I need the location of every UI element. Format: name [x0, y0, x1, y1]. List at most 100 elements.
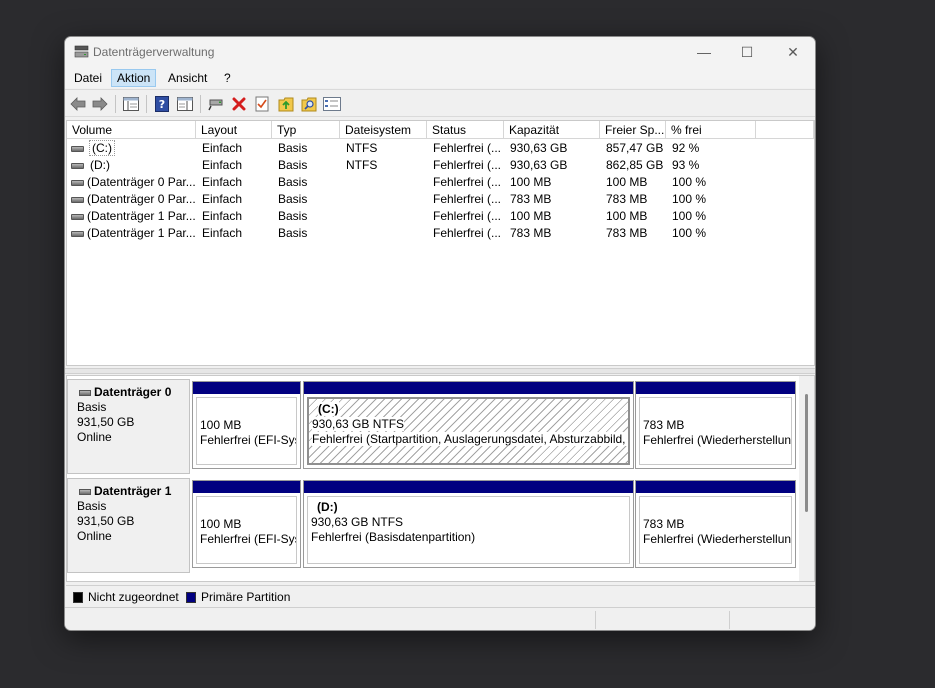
cell-typ: Basis — [278, 158, 308, 172]
column-header-volume[interactable]: Volume — [67, 121, 196, 139]
disk-1-type: Basis — [77, 499, 107, 513]
table-row[interactable]: (Datenträger 1 Par... Einfach Basis Fehl… — [67, 208, 814, 225]
partition-status: Fehlerfrei (Wiederherstellun — [643, 532, 792, 546]
table-row[interactable]: (Datenträger 0 Par... Einfach Basis Fehl… — [67, 174, 814, 191]
cell-layout: Einfach — [202, 192, 243, 206]
disk-0-partition-efi[interactable]: 100 MB Fehlerfrei (EFI-Syst — [192, 381, 301, 469]
menu-datei[interactable]: Datei — [69, 69, 107, 87]
partition-status: Fehlerfrei (Wiederherstellun — [643, 433, 792, 447]
column-header-typ[interactable]: Typ — [272, 121, 340, 139]
search-folder-button[interactable] — [299, 94, 319, 114]
primary-partition-bar — [193, 481, 300, 493]
cell-kapazitaet: 100 MB — [510, 209, 552, 223]
partition-size: 100 MB — [200, 517, 242, 531]
check-button[interactable] — [252, 94, 272, 114]
partition-status: Fehlerfrei (Basisdatenpartition) — [311, 530, 476, 544]
cell-volume: (Datenträger 1 Par... — [87, 209, 195, 223]
cell-kapazitaet: 783 MB — [510, 192, 552, 206]
cell-layout: Einfach — [202, 141, 243, 155]
cell-prozent-frei: 100 % — [672, 226, 707, 240]
settings-list-button[interactable] — [322, 94, 342, 114]
partition-size: 783 MB — [643, 517, 685, 531]
cell-kapazitaet: 783 MB — [510, 226, 552, 240]
disk-0-state: Online — [77, 430, 112, 444]
cell-typ: Basis — [278, 141, 308, 155]
disk-1-partition-d[interactable]: (D:) 930,63 GB NTFS Fehlerfrei (Basisdat… — [303, 480, 634, 568]
pane-splitter[interactable] — [65, 368, 815, 374]
cell-kapazitaet: 100 MB — [510, 175, 552, 189]
cell-kapazitaet: 930,63 GB — [510, 158, 568, 172]
cell-freier-speicher: 783 MB — [606, 226, 648, 240]
forward-button[interactable] — [90, 94, 110, 114]
properties-view-button[interactable] — [175, 94, 195, 114]
toolbar-separator — [200, 95, 201, 113]
column-header-dateisystem[interactable]: Dateisystem — [340, 121, 427, 139]
vertical-scrollbar[interactable] — [799, 376, 814, 581]
disk-0-partition-recovery[interactable]: 783 MB Fehlerfrei (Wiederherstellun — [635, 381, 796, 469]
menu-help[interactable]: ? — [219, 69, 236, 87]
column-header-freier-speicher[interactable]: Freier Sp... — [600, 121, 666, 139]
primary-partition-bar — [304, 382, 633, 394]
drive-icon — [71, 231, 84, 237]
maximize-button[interactable]: ☐ — [724, 37, 770, 67]
delete-button[interactable] — [229, 94, 249, 114]
up-folder-button[interactable] — [276, 94, 296, 114]
connect-icon — [208, 99, 223, 111]
volume-list: Volume Layout Typ Dateisystem Status Kap… — [66, 120, 815, 366]
legend-label-primary: Primäre Partition — [201, 590, 291, 604]
disk-1-label[interactable]: Datenträger 1 Basis 931,50 GB Online — [67, 478, 190, 573]
partition-name: (C:) — [318, 402, 339, 416]
drive-icon — [71, 214, 84, 220]
table-row[interactable]: (Datenträger 0 Par... Einfach Basis Fehl… — [67, 191, 814, 208]
menu-aktion[interactable]: Aktion — [111, 69, 157, 87]
table-row[interactable]: (Datenträger 1 Par... Einfach Basis Fehl… — [67, 225, 814, 242]
scrollbar-thumb[interactable] — [805, 394, 808, 512]
check-icon — [255, 96, 269, 112]
title-bar: Datenträgerverwaltung — ☐ ✕ — [65, 37, 815, 67]
drive-icon — [71, 146, 84, 152]
cell-dateisystem — [346, 208, 426, 225]
close-button[interactable]: ✕ — [770, 37, 815, 67]
column-header-kapazitaet[interactable]: Kapazität — [504, 121, 600, 139]
window-title: Datenträgerverwaltung — [93, 45, 215, 59]
cell-typ: Basis — [278, 226, 308, 240]
connect-button[interactable] — [206, 94, 226, 114]
column-header-layout[interactable]: Layout — [196, 121, 272, 139]
cell-status: Fehlerfrei (... — [433, 192, 501, 206]
legend-swatch-primary — [186, 592, 196, 603]
minimize-button[interactable]: — — [681, 37, 727, 67]
table-row[interactable]: (D:) Einfach Basis NTFS Fehlerfrei (... … — [67, 157, 814, 174]
cell-layout: Einfach — [202, 158, 243, 172]
search-folder-icon — [301, 97, 317, 112]
disk-1-state: Online — [77, 529, 112, 543]
help-icon: ? — [155, 96, 169, 112]
disk-0-label[interactable]: Datenträger 0 Basis 931,50 GB Online — [67, 379, 190, 474]
cell-freier-speicher: 100 MB — [606, 209, 648, 223]
drive-icon — [71, 197, 84, 203]
disk-1-partition-efi[interactable]: 100 MB Fehlerfrei (EFI-Syst — [192, 480, 301, 568]
back-button[interactable] — [68, 94, 88, 114]
column-header-status[interactable]: Status — [427, 121, 504, 139]
status-bar — [65, 607, 815, 630]
disk-1-partition-recovery[interactable]: 783 MB Fehlerfrei (Wiederherstellun — [635, 480, 796, 568]
up-folder-icon — [278, 97, 294, 112]
svg-text:?: ? — [159, 98, 165, 111]
menu-bar: Datei Aktion Ansicht ? — [65, 67, 815, 88]
partition-status: Fehlerfrei (EFI-Syst — [200, 532, 297, 546]
cell-prozent-frei: 100 % — [672, 175, 707, 189]
cell-volume: (C:) — [89, 140, 193, 157]
disk-0-partition-c[interactable]: (C:) 930,63 GB NTFS Fehlerfrei (Startpar… — [303, 381, 634, 469]
toolbar-separator — [146, 95, 147, 113]
help-button[interactable]: ? — [152, 94, 172, 114]
disk-0-size: 931,50 GB — [77, 415, 135, 429]
disk-icon — [79, 489, 91, 495]
table-row[interactable]: (C:) Einfach Basis NTFS Fehlerfrei (... … — [67, 140, 814, 157]
menu-ansicht[interactable]: Ansicht — [163, 69, 212, 87]
minimize-icon: — — [697, 44, 711, 60]
disk-management-window: Datenträgerverwaltung — ☐ ✕ Datei Aktion… — [64, 36, 816, 631]
disk-1-name: Datenträger 1 — [77, 484, 189, 499]
toolbar: ? — [65, 89, 815, 117]
column-header-prozent-frei[interactable]: % frei — [666, 121, 756, 139]
console-tree-button[interactable] — [121, 94, 141, 114]
partition-info: 783 MB Fehlerfrei (Wiederherstellun — [639, 496, 792, 564]
